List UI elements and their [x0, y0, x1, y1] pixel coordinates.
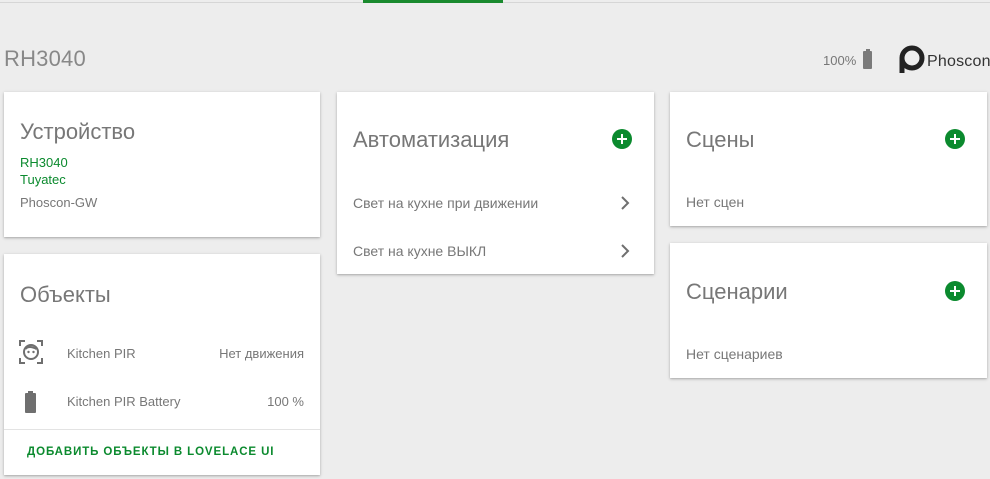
device-model-link[interactable]: RH3040: [20, 155, 68, 170]
object-name: Kitchen PIR: [67, 346, 136, 361]
scenes-card-title: Сцены: [686, 127, 755, 152]
object-row[interactable]: Kitchen PIR Нет движения: [4, 339, 320, 369]
header-battery-status: 100%: [823, 49, 873, 69]
page-title: RH3040: [4, 46, 86, 71]
add-to-lovelace-button[interactable]: ДОБАВИТЬ ОБЪЕКТЫ В LOVELACE UI: [27, 446, 274, 458]
objects-card: Объекты Kitchen PIR Нет движения Kitchen…: [4, 254, 320, 475]
scenarios-empty-text: Нет сценариев: [686, 346, 783, 362]
device-manufacturer-link[interactable]: Tuyatec: [20, 172, 66, 187]
active-tab-indicator: [363, 0, 503, 3]
scenarios-card: Сценарии Нет сценариев: [670, 243, 987, 378]
automation-label: Свет на кухне при движении: [353, 195, 539, 211]
device-card-title: Устройство: [20, 119, 136, 144]
automation-item[interactable]: Свет на кухне ВЫКЛ: [337, 236, 654, 266]
automation-card: Автоматизация Свет на кухне при движении…: [337, 92, 654, 274]
automation-card-title: Автоматизация: [353, 127, 510, 152]
battery-icon: [25, 391, 36, 413]
logo-text: Phoscon: [927, 53, 990, 70]
objects-card-title: Объекты: [20, 282, 111, 307]
device-gateway: Phoscon-GW: [20, 195, 98, 210]
object-value: 100 %: [267, 394, 304, 409]
top-tab-bar: [0, 0, 990, 3]
add-scene-icon[interactable]: [945, 129, 965, 149]
battery-icon: [863, 49, 873, 69]
scenes-empty-text: Нет сцен: [686, 194, 745, 210]
object-name: Kitchen PIR Battery: [67, 394, 181, 409]
scenarios-card-title: Сценарии: [686, 279, 788, 304]
add-scenario-icon[interactable]: [945, 281, 965, 301]
add-automation-icon[interactable]: [612, 129, 632, 149]
phoscon-logo-icon: [899, 45, 925, 73]
object-row[interactable]: Kitchen PIR Battery 100 %: [4, 387, 320, 417]
automation-item[interactable]: Свет на кухне при движении: [337, 188, 654, 218]
phoscon-logo[interactable]: Phoscon: [896, 44, 990, 74]
object-value: Нет движения: [219, 346, 304, 361]
chevron-right-icon: [621, 244, 630, 258]
automation-label: Свет на кухне ВЫКЛ: [353, 243, 487, 259]
chevron-right-icon: [621, 196, 630, 210]
battery-percent: 100%: [823, 52, 857, 68]
motion-sensor-icon: [19, 340, 43, 364]
card-divider: [4, 429, 320, 430]
scenes-card: Сцены Нет сцен: [670, 92, 987, 226]
device-card: Устройство RH3040 Tuyatec Phoscon-GW: [4, 92, 320, 237]
